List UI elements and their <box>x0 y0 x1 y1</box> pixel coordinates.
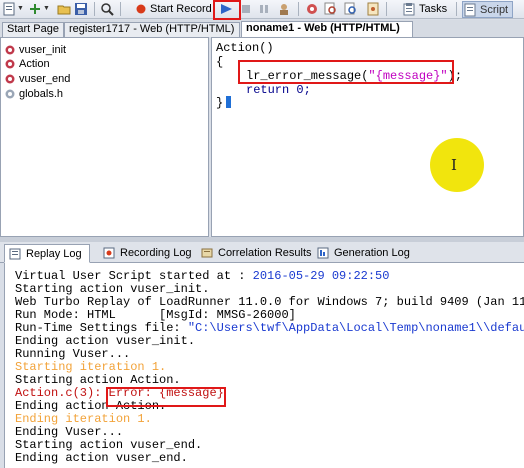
output-tab-strip: Replay Log Recording Log Correlation Res… <box>0 242 524 263</box>
tree-item-label: vuser_end <box>19 73 71 85</box>
chevron-down-icon: ▼ <box>43 5 50 12</box>
tab-register1717[interactable]: register1717 - Web (HTTP/HTML) <box>64 22 240 37</box>
log-timestamp: 2016-05-29 09:22:50 <box>252 269 390 283</box>
tab-label: Recording Log <box>120 247 192 259</box>
text-cursor <box>226 96 231 108</box>
tab-label: Start Page <box>7 23 59 35</box>
compile-icon <box>277 2 291 16</box>
toolbar-divider <box>386 2 387 16</box>
script-tree: vuser_init Action vuser_end globals.h <box>0 37 209 237</box>
magnifier-doc-icon <box>344 2 358 16</box>
stop-button[interactable] <box>239 1 253 16</box>
action-file-icon <box>5 74 15 84</box>
toolbar-divider <box>298 2 299 16</box>
pause-button[interactable] <box>257 1 271 16</box>
toolbar-divider <box>456 2 457 16</box>
header-file-icon <box>5 89 15 99</box>
view-button-1[interactable] <box>324 1 338 16</box>
find-button[interactable] <box>100 1 114 16</box>
open-button[interactable] <box>57 1 71 16</box>
recording-log-icon <box>103 247 115 259</box>
script-icon <box>463 3 477 17</box>
tab-label: Correlation Results <box>218 247 312 259</box>
tree-item-vuser-init[interactable]: vuser_init <box>5 43 66 57</box>
script-label: Script <box>480 3 509 16</box>
tree-item-label: vuser_init <box>19 44 67 56</box>
correlation-icon <box>201 247 213 259</box>
stop-icon <box>239 2 253 16</box>
clipboard-icon <box>402 2 416 16</box>
start-record-label: Start Record <box>150 2 212 15</box>
toolbar-divider <box>94 2 95 16</box>
tree-item-label: Action <box>19 58 50 70</box>
tab-label: register1717 - Web (HTTP/HTML) <box>69 23 235 35</box>
action-file-icon <box>5 45 15 55</box>
folder-icon <box>57 2 71 16</box>
pause-icon <box>257 2 271 16</box>
tab-replay-log[interactable]: Replay Log <box>4 244 90 263</box>
error-message-highlight <box>238 60 454 84</box>
magnifier-doc-icon <box>324 2 338 16</box>
tab-label: Generation Log <box>334 247 410 259</box>
view-button-3[interactable] <box>366 1 380 16</box>
chevron-down-icon: ▼ <box>17 5 24 12</box>
tasks-button[interactable]: Tasks <box>402 1 447 16</box>
tree-item-vuser-end[interactable]: vuser_end <box>5 72 70 86</box>
tab-correlation-results[interactable]: Correlation Results <box>196 244 312 262</box>
start-record-button[interactable]: Start Record <box>136 1 212 16</box>
run-button-highlight <box>213 0 241 20</box>
generation-log-icon <box>317 247 329 259</box>
compile-button[interactable] <box>277 1 291 16</box>
tab-label: Replay Log <box>26 247 82 260</box>
code-line: Action() <box>216 41 274 55</box>
tab-label: noname1 - Web (HTTP/HTML) <box>246 22 400 34</box>
toolbar-divider <box>120 2 121 16</box>
tab-noname1[interactable]: noname1 - Web (HTTP/HTML) <box>241 21 413 38</box>
plus-icon <box>28 2 42 16</box>
code-line: return 0; <box>246 83 311 97</box>
script-view-button[interactable]: Script <box>462 1 514 18</box>
replay-log-output[interactable]: Virtual User Script started at : 2016-05… <box>4 263 524 468</box>
log-path: "C:\Users\twf\AppData\Local\Temp\noname1… <box>187 321 524 335</box>
tab-start-page[interactable]: Start Page <box>2 22 64 37</box>
replay-log-icon <box>9 248 21 260</box>
tree-item-action[interactable]: Action <box>5 57 50 71</box>
main-toolbar: ▼ ▼ Start Record Tasks Script <box>0 0 524 19</box>
view-button-2[interactable] <box>344 1 358 16</box>
code-line: } <box>216 96 224 110</box>
tree-item-globals[interactable]: globals.h <box>5 87 63 101</box>
search-icon <box>100 2 114 16</box>
new-script-button[interactable]: ▼ <box>2 1 24 16</box>
save-icon <box>74 2 88 16</box>
save-button[interactable] <box>74 1 88 16</box>
log-text: Run-Time Settings file: <box>15 321 188 335</box>
breakpoint-button[interactable] <box>305 1 319 16</box>
tasks-label: Tasks <box>419 2 448 15</box>
tab-recording-log[interactable]: Recording Log <box>98 244 192 262</box>
log-error-highlight <box>106 387 226 407</box>
tree-item-label: globals.h <box>19 88 64 100</box>
tab-generation-log[interactable]: Generation Log <box>312 244 412 262</box>
settings-icon <box>305 2 319 16</box>
action-file-icon <box>5 59 15 69</box>
add-button[interactable]: ▼ <box>28 1 50 16</box>
editor-tab-strip: Start Page register1717 - Web (HTTP/HTML… <box>0 20 524 38</box>
code-line: { <box>216 55 224 69</box>
log-text: Virtual User Script started at : <box>15 269 253 283</box>
new-script-icon <box>2 2 16 16</box>
document-icon <box>366 2 380 16</box>
log-text: Action.c(3): <box>15 386 109 400</box>
ibeam-cursor-icon: I <box>451 156 457 174</box>
log-line: Ending action vuser_end. <box>15 451 188 465</box>
mouse-pointer-highlight <box>430 138 484 192</box>
record-icon <box>136 2 147 16</box>
